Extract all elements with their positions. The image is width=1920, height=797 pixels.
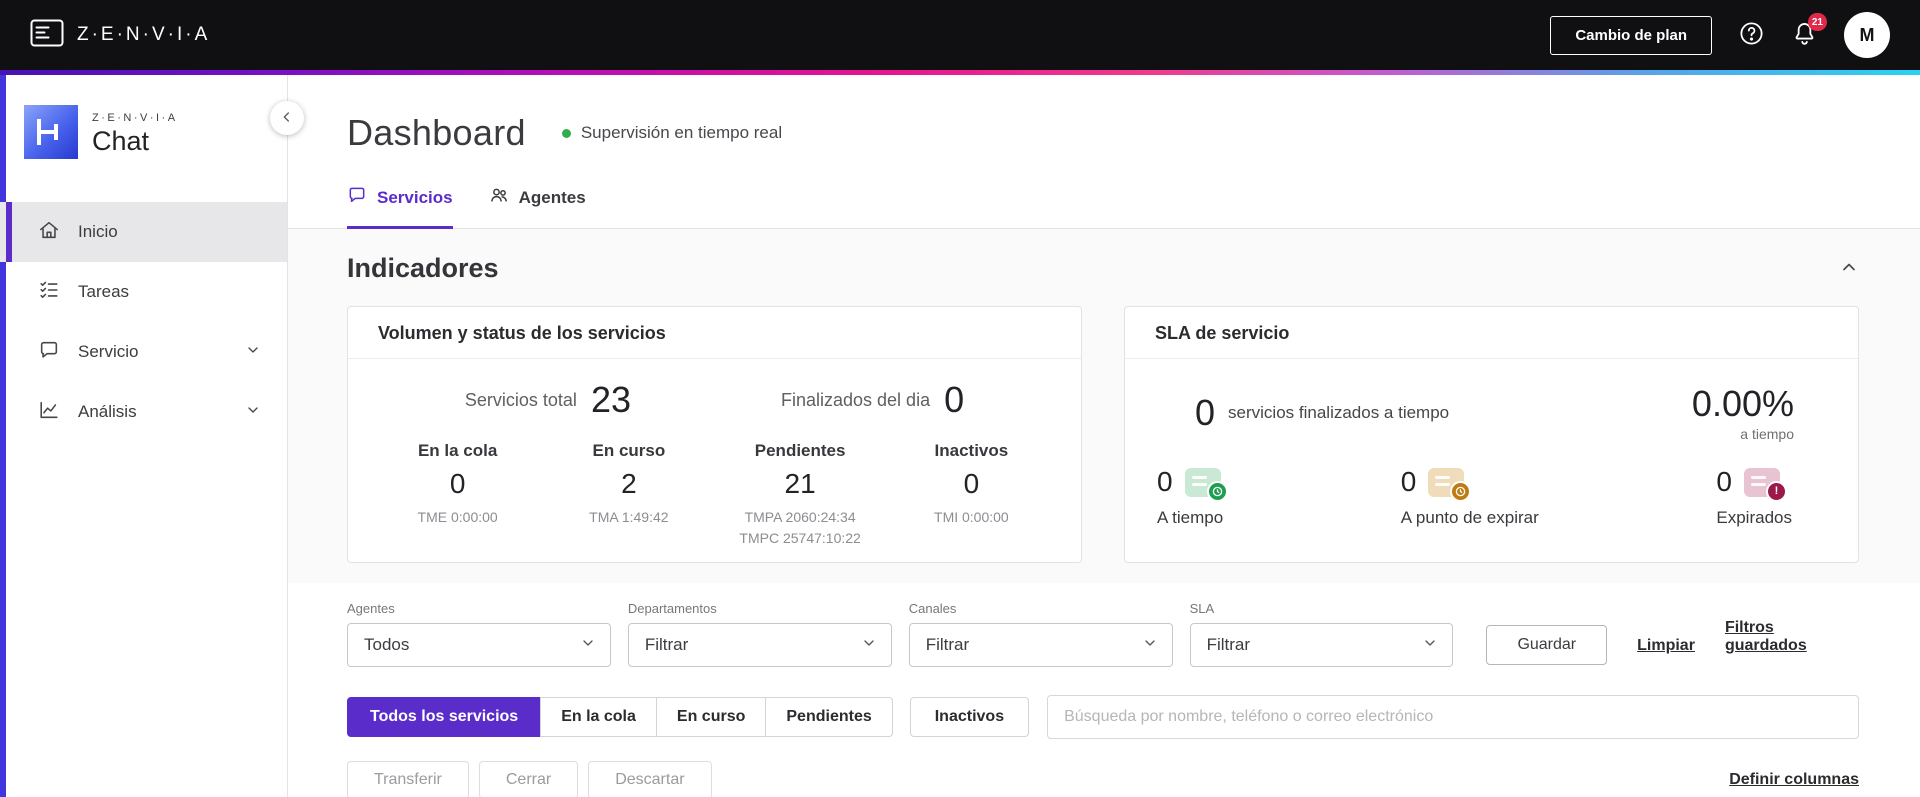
logo-brand-text: Z·E·N·V·I·A (92, 112, 178, 124)
chevron-left-icon (279, 109, 295, 128)
help-icon (1738, 20, 1765, 50)
save-filters-button[interactable]: Guardar (1486, 625, 1608, 665)
sla-card-title: SLA de servicio (1125, 307, 1858, 359)
zenvia-chat-logo-icon (24, 105, 78, 164)
departamentos-dropdown[interactable]: Filtrar (627, 623, 892, 667)
tab-label: Agentes (518, 187, 586, 207)
sidebar-item-inicio[interactable]: Inicio (0, 202, 287, 262)
service-tab-pendientes[interactable]: Pendientes (765, 697, 893, 737)
chevron-down-icon (580, 635, 596, 656)
clear-filters-link[interactable]: Limpiar (1637, 637, 1695, 655)
service-tab-inactivos[interactable]: Inactivos (909, 697, 1030, 737)
service-tab-todos[interactable]: Todos los servicios (347, 697, 542, 737)
dashboard-tabs: Servicios Agentes (288, 155, 1920, 229)
live-status: Supervisión en tiempo real (561, 123, 783, 143)
sla-stat-expiring: 0 A punto de expirar (1400, 466, 1539, 527)
discard-button[interactable]: Descartar (588, 761, 712, 797)
volume-card-title: Volumen y status de los servicios (348, 307, 1081, 359)
bubble-clock-green-icon (1184, 467, 1228, 502)
sla-card: SLA de servicio 0 servicios finalizados … (1124, 306, 1859, 563)
sla-finished-on-time: 0 servicios finalizados a tiempo (1195, 391, 1450, 433)
chevron-down-icon (861, 635, 877, 656)
transfer-button[interactable]: Transferir (347, 761, 469, 797)
sidebar: Z·E·N·V·I·A Chat Inicio Tareas Servicio … (0, 75, 304, 797)
tasks-icon (38, 279, 60, 306)
filters-row: Agentes Todos Departamentos Filtrar Cana… (288, 583, 1920, 667)
sidebar-item-label: Servicio (78, 342, 139, 361)
sla-dropdown[interactable]: Filtrar (1189, 623, 1454, 667)
sidebar-collapse-button[interactable] (270, 101, 304, 135)
filter-sla: SLA Filtrar (1189, 601, 1454, 667)
service-tab-en-curso[interactable]: En curso (655, 697, 767, 737)
bubble-alarm-orange-icon (1428, 467, 1472, 502)
service-tabs-group: Todos los servicios En la cola En curso … (347, 697, 893, 737)
sla-percent: 0.00% a tiempo (1691, 383, 1794, 442)
services-total: Servicios total 23 (464, 379, 631, 420)
logo-product-text: Chat (92, 126, 150, 156)
notifications-button[interactable]: 21 (1791, 13, 1827, 50)
close-button[interactable]: Cerrar (478, 761, 579, 797)
zenvia-logo-icon (30, 19, 64, 52)
sidebar-item-tareas[interactable]: Tareas (0, 262, 287, 322)
sidebar-item-label: Tareas (78, 282, 130, 301)
notification-badge: 21 (1807, 13, 1827, 31)
main-content: Dashboard Supervisión en tiempo real Ser… (288, 75, 1920, 797)
chevron-down-icon (245, 402, 261, 423)
sidebar-item-analisis[interactable]: Análisis (0, 382, 287, 442)
brand-name: Z·E·N·V·I·A (77, 24, 211, 45)
live-status-label: Supervisión en tiempo real (580, 123, 783, 142)
sidebar-item-label: Inicio (78, 222, 118, 241)
filter-canales: Canales Filtrar (908, 601, 1173, 667)
topbar: Z·E·N·V·I·A Cambio de plan 21 M (0, 0, 1920, 70)
chevron-down-icon (245, 342, 261, 363)
tab-servicios[interactable]: Servicios (347, 185, 453, 229)
product-logo: Z·E·N·V·I·A Chat (0, 75, 287, 178)
home-icon (38, 219, 60, 246)
page-title: Dashboard (347, 112, 526, 153)
volume-card: Volumen y status de los servicios Servic… (347, 306, 1082, 563)
collapse-indicators-button[interactable] (1839, 257, 1859, 280)
sla-stat-on-time: 0 A tiempo (1157, 466, 1228, 528)
services-total-value: 23 (590, 379, 631, 420)
tab-agentes[interactable]: Agentes (489, 185, 586, 229)
live-status-dot-icon (561, 128, 571, 138)
stat-en-curso: En curso 2 TMA 1:49:42 (589, 441, 669, 525)
bubble-alert-red-icon: ! (1743, 467, 1787, 502)
agentes-dropdown[interactable]: Todos (347, 623, 611, 667)
indicators-section: Indicadores Volumen y status de los serv… (288, 229, 1920, 583)
chat-icon (38, 339, 60, 366)
service-tab-en-la-cola[interactable]: En la cola (540, 697, 657, 737)
finished-today-value: 0 (944, 379, 965, 420)
sla-stat-expired: 0 ! Expirados (1716, 466, 1792, 527)
filter-departamentos: Departamentos Filtrar (627, 601, 892, 667)
avatar[interactable]: M (1844, 12, 1890, 58)
filter-agentes: Agentes Todos (347, 601, 611, 667)
chevron-up-icon (1839, 257, 1859, 280)
define-columns-link[interactable]: Definir columnas (1729, 771, 1859, 789)
stat-inactivos: Inactivos 0 TMI 0:00:00 (934, 441, 1009, 525)
change-plan-button[interactable]: Cambio de plan (1550, 15, 1712, 55)
saved-filters-link[interactable]: Filtros guardados (1725, 619, 1859, 655)
chevron-down-icon (1142, 635, 1158, 656)
indicators-heading: Indicadores (347, 253, 499, 283)
canales-dropdown[interactable]: Filtrar (908, 623, 1173, 667)
search-input[interactable] (1047, 695, 1859, 739)
tab-label: Servicios (377, 187, 453, 207)
stat-pendientes: Pendientes 21 TMPA 2060:24:34 TMPC 25747… (739, 441, 861, 546)
bulk-actions-row: Transferir Cerrar Descartar Definir colu… (288, 739, 1920, 797)
service-tabs-row: Todos los servicios En la cola En curso … (288, 667, 1920, 739)
brand: Z·E·N·V·I·A (30, 19, 210, 52)
sidebar-menu: Inicio Tareas Servicio Análisis (0, 202, 287, 442)
sidebar-item-label: Análisis (78, 402, 137, 421)
help-button[interactable] (1738, 20, 1765, 50)
finished-today: Finalizados del dia 0 (780, 379, 965, 420)
sidebar-item-servicio[interactable]: Servicio (0, 322, 287, 382)
chevron-down-icon (1422, 635, 1438, 656)
stat-en-la-cola: En la cola 0 TME 0:00:00 (417, 441, 498, 525)
chart-icon (38, 399, 60, 426)
people-icon (489, 185, 509, 210)
chat-icon (347, 185, 367, 210)
